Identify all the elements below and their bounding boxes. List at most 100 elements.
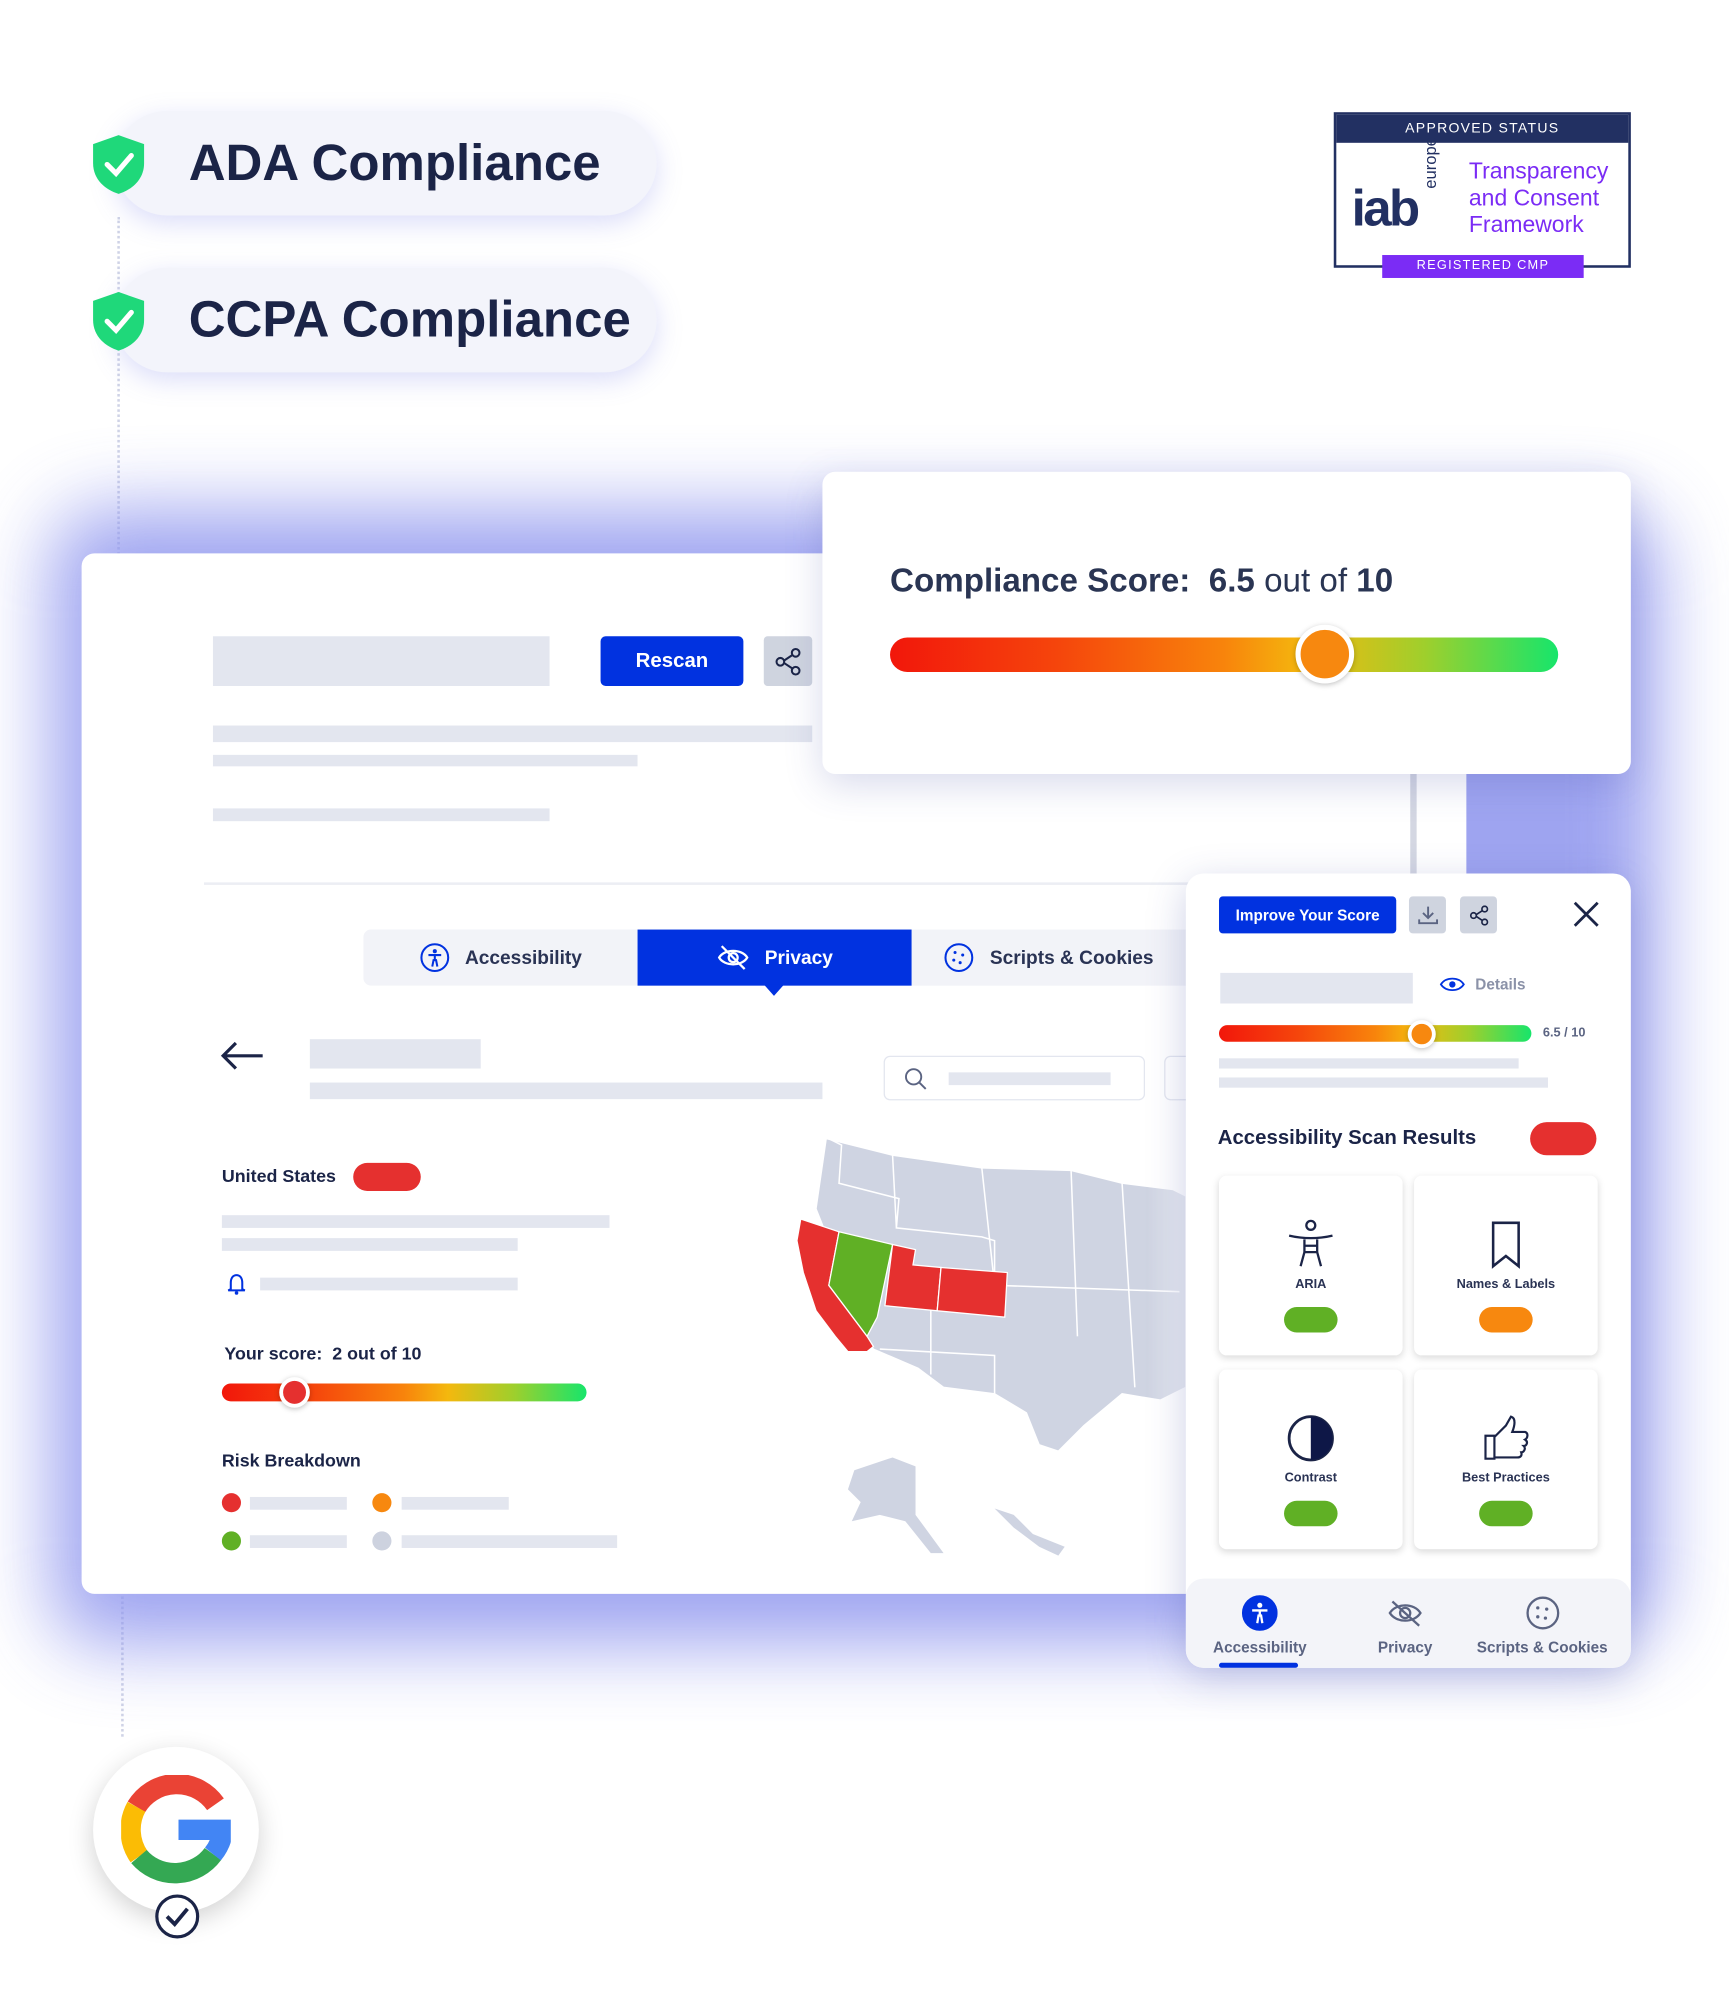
your-score-label: Your score:: [224, 1342, 323, 1364]
risk-dot-high: [221, 1493, 241, 1513]
risk-dot-low: [221, 1531, 241, 1551]
stage: ADA Compliance CCPA Compliance APPROVED …: [0, 0, 1729, 1999]
tab-accessibility[interactable]: Accessibility: [363, 929, 638, 986]
back-arrow-icon[interactable]: [219, 1039, 265, 1072]
close-icon[interactable]: [1572, 900, 1600, 928]
panel-score-knob: [1408, 1020, 1437, 1049]
us-map: [796, 1137, 1187, 1556]
scan-results-title: Accessibility Scan Results: [1217, 1127, 1477, 1149]
details-link[interactable]: Details: [1475, 975, 1525, 993]
bookmark-icon: [1491, 1221, 1520, 1269]
text-placeholder: [309, 1082, 823, 1100]
iab-logo: iab: [1351, 181, 1421, 238]
region-label: United States: [221, 1165, 336, 1186]
site-placeholder: [1220, 972, 1413, 1004]
connector-line: [117, 216, 120, 555]
text-placeholder: [221, 1215, 610, 1228]
panel-score-text: 6.5 / 10: [1542, 1026, 1586, 1041]
text-placeholder: [260, 1277, 518, 1291]
accessibility-panel: Improve Your Score Details 6.5 / 10 Acce…: [1185, 873, 1631, 1668]
google-badge: [93, 1746, 259, 1913]
active-tab-pointer: [763, 984, 785, 996]
result-card-names-labels[interactable]: Names & Labels: [1414, 1175, 1598, 1356]
site-name-placeholder: [212, 636, 550, 687]
result-card-contrast[interactable]: Contrast: [1218, 1369, 1403, 1550]
iab-line: and Consent: [1468, 184, 1600, 211]
state-hawaii: [994, 1508, 1065, 1556]
your-score-knob: [279, 1377, 311, 1408]
card-status-pill: [1479, 1500, 1533, 1527]
result-card-aria[interactable]: ARIA: [1218, 1175, 1403, 1356]
region-status-pill: [353, 1162, 421, 1191]
your-score-bar: [221, 1383, 587, 1402]
text-placeholder: [249, 1496, 347, 1510]
text-placeholder: [401, 1496, 509, 1510]
nav-label: Accessibility: [1213, 1638, 1307, 1657]
divider: [204, 882, 1199, 885]
rescan-button[interactable]: Rescan: [600, 636, 744, 687]
active-nav-indicator: [1218, 1662, 1299, 1668]
iab-badge: APPROVED STATUS iab europe Transparency a…: [1333, 112, 1631, 268]
accessibility-icon: [1241, 1595, 1278, 1631]
text-placeholder: [1218, 1058, 1519, 1069]
text-placeholder: [249, 1535, 347, 1548]
share-button[interactable]: [1459, 896, 1497, 934]
improve-score-button[interactable]: Improve Your Score: [1218, 896, 1397, 934]
iab-registered-label: REGISTERED CMP: [1382, 255, 1584, 278]
nav-privacy[interactable]: Privacy: [1361, 1595, 1450, 1656]
ccpa-compliance-badge: CCPA Compliance: [114, 267, 657, 373]
verified-check-icon: [155, 1894, 200, 1939]
badge-label: ADA Compliance: [188, 134, 601, 191]
state-alaska: [847, 1457, 944, 1554]
text-placeholder: [401, 1535, 618, 1548]
ada-compliance-badge: ADA Compliance: [114, 110, 657, 216]
text-placeholder: [1218, 1077, 1548, 1088]
nav-label: Privacy: [1377, 1638, 1433, 1657]
tab-label: Accessibility: [464, 946, 582, 969]
text-placeholder: [212, 725, 813, 743]
panel-score-bar: [1218, 1025, 1532, 1042]
card-label: ARIA: [1295, 1277, 1327, 1292]
google-logo-icon: [121, 1774, 231, 1884]
accessibility-figure-icon: [1288, 1219, 1333, 1267]
bell-icon: [227, 1274, 246, 1295]
compliance-score-value: 6.5: [1208, 561, 1255, 600]
your-score: Your score: 2 out of 10: [224, 1343, 421, 1363]
result-card-best-practices[interactable]: Best Practices: [1414, 1369, 1598, 1550]
share-icon: [775, 647, 801, 675]
iab-framework-text: Transparency and Consent Framework: [1469, 158, 1608, 238]
tab-label: Scripts & Cookies: [989, 946, 1154, 969]
text-placeholder: [212, 754, 638, 767]
nav-accessibility[interactable]: Accessibility: [1209, 1595, 1311, 1656]
card-status-pill: [1284, 1306, 1338, 1333]
compliance-label: Compliance Score:: [890, 561, 1191, 600]
eye-icon: [1439, 977, 1465, 992]
scrollbar[interactable]: [1410, 773, 1417, 883]
eye-slash-icon: [717, 945, 749, 970]
compliance-score-card: Compliance Score: 6.5 out of 10: [822, 471, 1631, 774]
badge-label: CCPA Compliance: [188, 291, 631, 348]
text-placeholder: [212, 808, 550, 822]
share-button[interactable]: [763, 636, 813, 687]
compliance-out-of: out of: [1264, 561, 1348, 600]
text-placeholder: [221, 1238, 518, 1251]
scan-results-status: [1530, 1122, 1597, 1156]
card-label: Contrast: [1284, 1471, 1338, 1486]
eye-slash-icon: [1388, 1600, 1422, 1627]
iab-top-label: APPROVED STATUS: [1336, 114, 1629, 143]
cookie-icon: [944, 943, 974, 973]
search-input[interactable]: [883, 1055, 1146, 1101]
card-status-pill: [1284, 1500, 1338, 1527]
search-placeholder: [948, 1072, 1111, 1086]
tab-scripts-cookies[interactable]: Scripts & Cookies: [911, 929, 1186, 986]
card-label: Best Practices: [1461, 1471, 1550, 1486]
compliance-score-heading: Compliance Score: 6.5 out of 10: [890, 561, 1393, 601]
download-button[interactable]: [1408, 896, 1446, 934]
nav-scripts-cookies[interactable]: Scripts & Cookies: [1469, 1595, 1616, 1656]
nav-label: Scripts & Cookies: [1476, 1638, 1608, 1657]
iab-logo-sub: europe: [1420, 137, 1440, 189]
compliance-score-bar: [890, 637, 1559, 672]
card-label: Names & Labels: [1456, 1277, 1556, 1292]
tab-privacy[interactable]: Privacy: [637, 929, 912, 986]
risk-dot-none: [372, 1531, 392, 1551]
